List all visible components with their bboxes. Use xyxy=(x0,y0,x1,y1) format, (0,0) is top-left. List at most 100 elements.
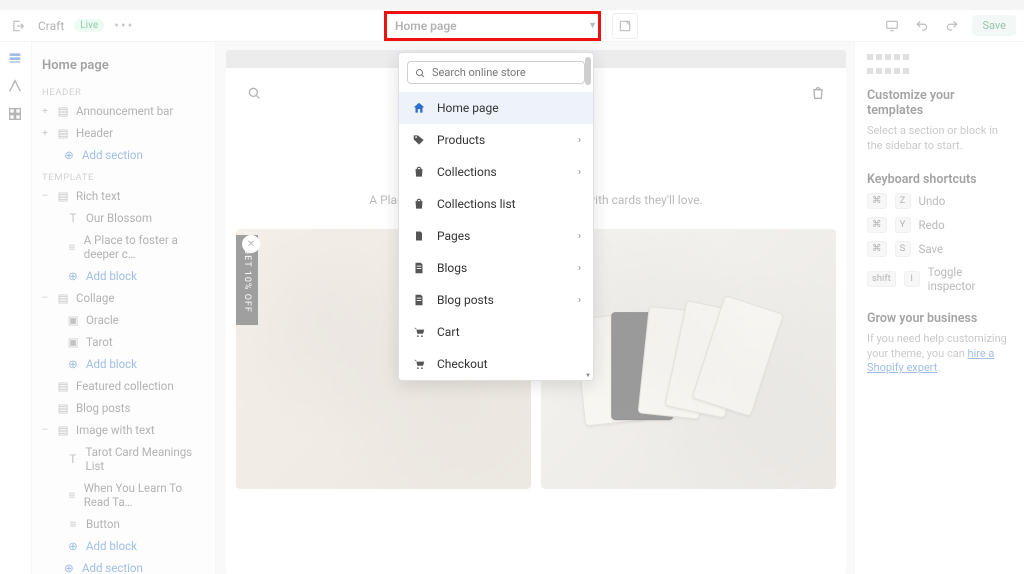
add-section-button[interactable]: ⊕Add section xyxy=(38,557,211,574)
page-selector-value: Home page xyxy=(395,19,457,33)
paragraph-icon: ≡ xyxy=(66,517,80,531)
sidebar-label-header: HEADER xyxy=(38,81,211,100)
dropdown-item-label: Collections xyxy=(437,165,497,179)
text-icon: T xyxy=(66,211,80,225)
redo-icon[interactable] xyxy=(942,16,962,36)
sidebar-label-template: TEMPLATE xyxy=(38,166,211,185)
theme-settings-rail-icon[interactable] xyxy=(7,78,25,96)
blog-icon xyxy=(411,260,427,276)
page-selector-dropdown[interactable]: Home page ▼ xyxy=(386,13,606,39)
paragraph-icon: ≡ xyxy=(66,488,78,502)
kbd-key: Y xyxy=(895,217,911,233)
rp-heading: Customize your templates xyxy=(867,88,1012,118)
rp-subtext: Select a section or block in the sidebar… xyxy=(867,124,1012,154)
dropdown-item-label: Collections list xyxy=(437,197,516,211)
block-icon: ▤ xyxy=(56,291,70,305)
sidebar-item-rich-text[interactable]: –▤Rich text xyxy=(38,185,211,207)
sidebar-item-header[interactable]: +▤Header xyxy=(38,122,211,144)
scroll-down-arrow[interactable]: ▼ xyxy=(585,372,591,378)
sidebar-item-announcement-bar[interactable]: +▤Announcement bar xyxy=(38,100,211,122)
home-icon xyxy=(411,100,427,116)
dropdown-item-blogs[interactable]: Blogs› xyxy=(399,252,593,284)
image-icon: ▣ xyxy=(66,313,80,327)
sidebar-item-blog-posts[interactable]: ▤Blog posts xyxy=(38,397,211,419)
dropdown-item-products[interactable]: Products › xyxy=(399,124,593,156)
dropdown-item-checkout[interactable]: Checkout xyxy=(399,348,593,380)
cart-icon xyxy=(411,324,427,340)
scroll-thumb[interactable] xyxy=(585,57,591,85)
placeholder-icon xyxy=(867,54,1012,60)
kbd-key: ⌘ xyxy=(867,193,887,209)
sidebar-subitem[interactable]: ≡Button xyxy=(38,513,211,535)
rp-grow-heading: Grow your business xyxy=(867,311,1012,326)
cart-icon xyxy=(411,356,427,372)
sidebar-subitem[interactable]: TTarot Card Meanings List xyxy=(38,441,211,477)
search-input[interactable]: Search online store xyxy=(407,61,585,84)
save-button[interactable]: Save xyxy=(972,15,1016,36)
live-badge: Live xyxy=(74,19,104,32)
sidebar-subitem[interactable]: TOur Blossom xyxy=(38,207,211,229)
topbar: Craft Live ••• Home page ▼ Save xyxy=(0,10,1024,42)
add-block-button[interactable]: ⊕Add block xyxy=(38,353,211,375)
search-icon[interactable] xyxy=(246,85,262,101)
kbd-key: I xyxy=(904,271,920,287)
sidebar-item-collage[interactable]: –▤Collage xyxy=(38,287,211,309)
rp-grow-text: If you need help customizing your theme,… xyxy=(867,332,1012,377)
block-icon: ▤ xyxy=(56,379,70,393)
placeholder-icon xyxy=(867,68,1012,74)
dropdown-item-label: Cart xyxy=(437,325,460,339)
right-panel: Customize your templates Select a sectio… xyxy=(854,42,1024,574)
window-top-strip xyxy=(0,0,1024,10)
add-block-button[interactable]: ⊕Add block xyxy=(38,535,211,557)
more-menu-icon[interactable]: ••• xyxy=(114,18,134,34)
sidebar-subitem[interactable]: ≡When You Learn To Read Ta… xyxy=(38,477,211,513)
kbd-key: ⌘ xyxy=(867,217,887,233)
add-section-button[interactable]: ⊕Add section xyxy=(38,144,211,166)
sidebar-title: Home page xyxy=(38,48,211,81)
shortcut-row: ⌘ZUndo xyxy=(867,193,1012,209)
block-icon: ▤ xyxy=(56,189,70,203)
kbd-key: shift xyxy=(867,271,896,287)
paragraph-icon: ≡ xyxy=(66,240,78,254)
dropdown-item-pages[interactable]: Pages› xyxy=(399,220,593,252)
dropdown-item-blog-posts[interactable]: Blog posts› xyxy=(399,284,593,316)
sidebar-item-image-with-text[interactable]: –▤Image with text xyxy=(38,419,211,441)
sidebar-subitem[interactable]: ▣Tarot xyxy=(38,331,211,353)
bag-icon xyxy=(411,164,427,180)
sidebar-item-featured-collection[interactable]: ▤Featured collection xyxy=(38,375,211,397)
sidebar-subitem[interactable]: ≡A Place to foster a deeper c… xyxy=(38,229,211,265)
exit-icon[interactable] xyxy=(8,16,28,36)
theme-name: Craft xyxy=(38,19,64,33)
desktop-preview-icon[interactable] xyxy=(882,16,902,36)
bag-icon[interactable] xyxy=(810,84,826,102)
chevron-right-icon: › xyxy=(578,167,581,178)
plus-circle-icon: ⊕ xyxy=(66,269,80,283)
sections-rail-icon[interactable] xyxy=(7,50,25,68)
chevron-right-icon: › xyxy=(578,295,581,306)
plus-circle-icon: ⊕ xyxy=(62,561,76,574)
block-icon: ▤ xyxy=(56,126,70,140)
add-block-button[interactable]: ⊕Add block xyxy=(38,265,211,287)
undo-icon[interactable] xyxy=(912,16,932,36)
chevron-down-icon: ▼ xyxy=(588,20,597,31)
app-embeds-rail-icon[interactable] xyxy=(7,106,25,124)
plus-circle-icon: ⊕ xyxy=(66,357,80,371)
dropdown-item-collections[interactable]: Collections › xyxy=(399,156,593,188)
dropdown-item-label: Checkout xyxy=(437,357,488,371)
chevron-right-icon: › xyxy=(578,135,581,146)
dropdown-item-home-page[interactable]: Home page xyxy=(399,92,593,124)
shortcut-row: ⌘SSave xyxy=(867,241,1012,257)
scrollbar[interactable]: ▼ xyxy=(585,55,591,378)
dropdown-item-collections-list[interactable]: Collections list xyxy=(399,188,593,220)
sidebar-subitem[interactable]: ▣Oracle xyxy=(38,309,211,331)
blog-icon xyxy=(411,292,427,308)
close-icon[interactable]: ✕ xyxy=(242,235,260,253)
dropdown-item-label: Products xyxy=(437,133,485,147)
kbd-key: Z xyxy=(895,193,911,209)
dropdown-item-label: Pages xyxy=(437,229,470,243)
page-icon xyxy=(411,228,427,244)
template-selector-icon[interactable] xyxy=(612,13,638,39)
dropdown-item-cart[interactable]: Cart xyxy=(399,316,593,348)
plus-circle-icon: ⊕ xyxy=(66,539,80,553)
chevron-right-icon: › xyxy=(578,263,581,274)
